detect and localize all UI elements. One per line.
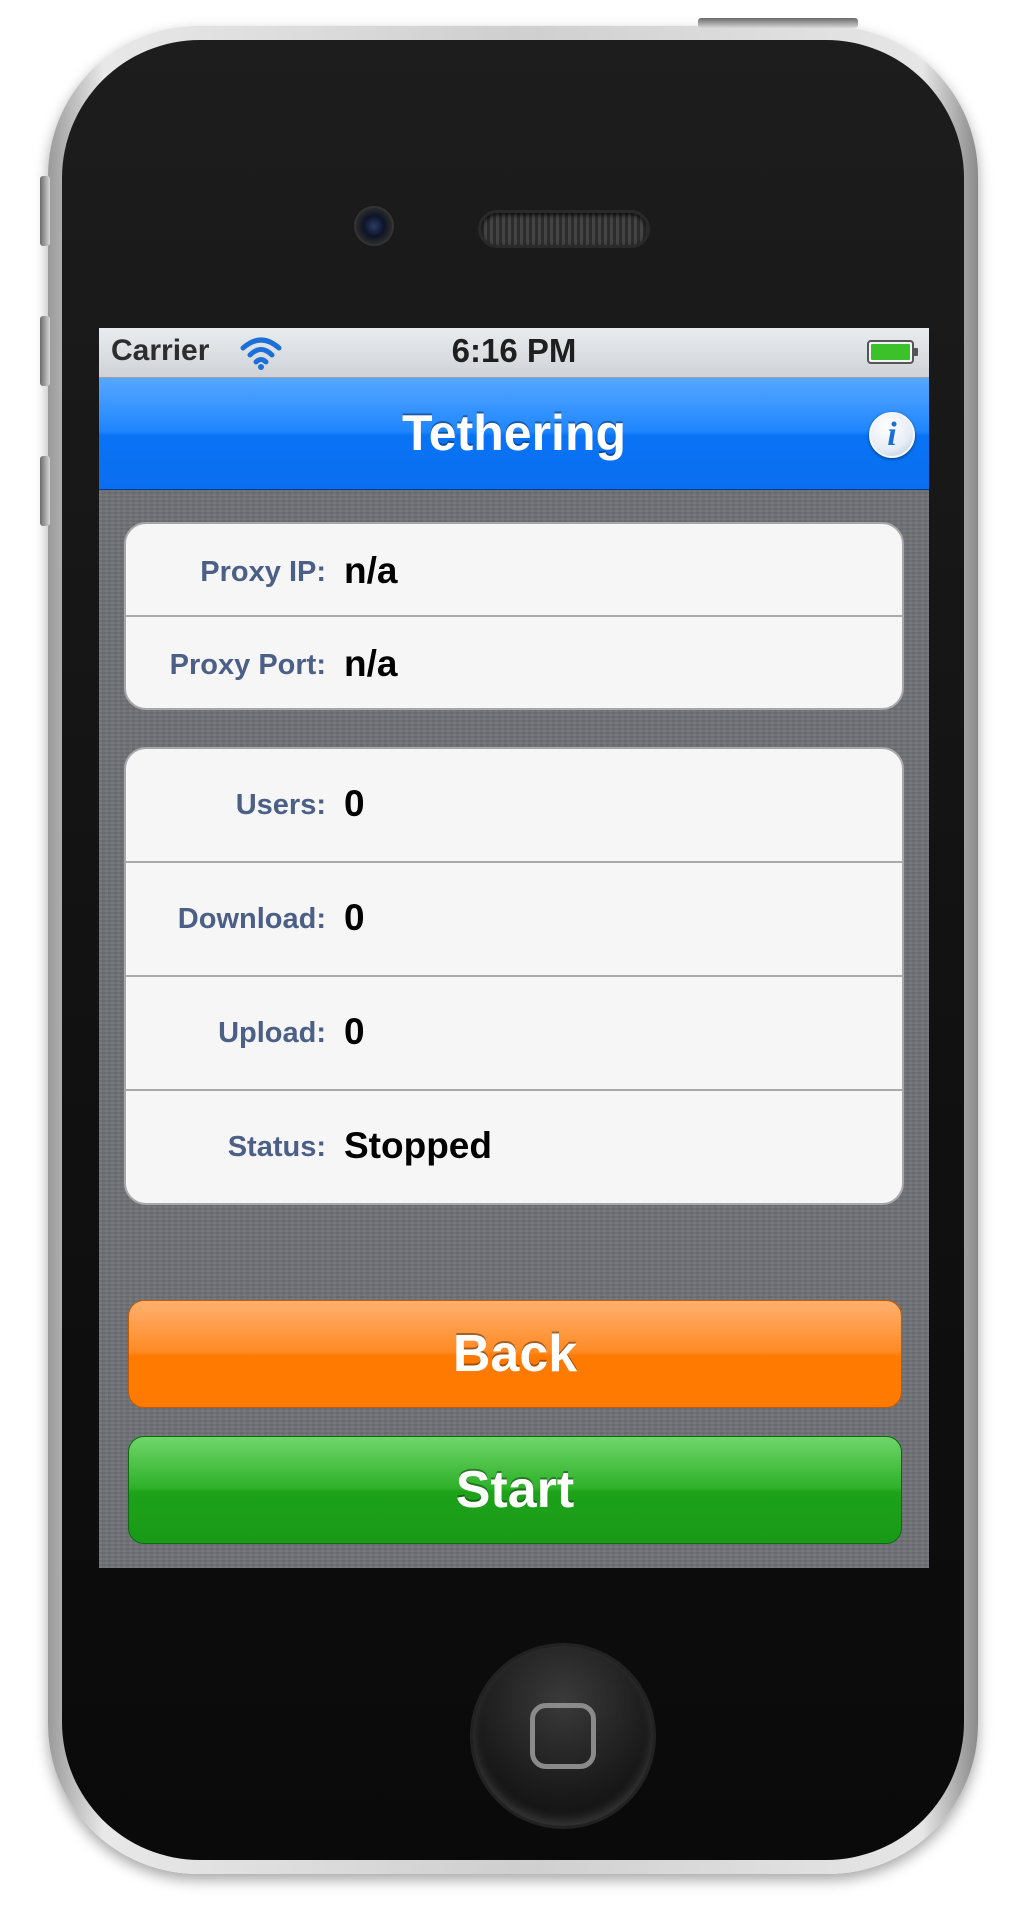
info-icon: i (887, 416, 897, 453)
front-camera-icon (354, 206, 394, 246)
download-label: Download: (177, 903, 326, 935)
power-button (698, 18, 858, 28)
page-title: Tethering (401, 405, 627, 461)
content-area: Proxy IP: n/a Proxy Port: n/a Users: 0 D… (99, 491, 929, 1568)
proxy-info-group: Proxy IP: n/a Proxy Port: n/a (124, 522, 904, 710)
upload-label: Upload: (218, 1017, 326, 1049)
status-value: Stopped (344, 1125, 492, 1166)
volume-up-button (40, 316, 50, 386)
users-value: 0 (344, 783, 365, 824)
table-row-proxy-port: Proxy Port: n/a (126, 617, 902, 708)
stats-group: Users: 0 Download: 0 Upload: 0 Status: S… (124, 747, 904, 1205)
proxy-ip-label: Proxy IP: (200, 556, 326, 588)
battery-icon (867, 340, 918, 364)
table-row-proxy-ip: Proxy IP: n/a (126, 524, 902, 617)
home-button[interactable] (473, 1646, 653, 1826)
proxy-ip-value: n/a (344, 550, 398, 591)
home-square-icon (530, 1703, 596, 1769)
mute-switch (40, 176, 50, 246)
navigation-bar: Tethering i (99, 378, 929, 490)
table-row-upload: Upload: 0 (126, 977, 902, 1091)
upload-value: 0 (344, 1011, 365, 1052)
proxy-port-value: n/a (344, 643, 398, 684)
start-button[interactable]: Start (128, 1436, 902, 1544)
app-screen: Carrier 6:16 PM Tethering i Proxy IP: n/… (99, 328, 929, 1568)
table-row-download: Download: 0 (126, 863, 902, 977)
users-label: Users: (235, 789, 326, 821)
table-row-status: Status: Stopped (126, 1091, 902, 1203)
download-value: 0 (344, 897, 365, 938)
status-time: 6:16 PM (451, 332, 577, 369)
table-row-users: Users: 0 (126, 749, 902, 863)
info-button[interactable]: i (869, 412, 915, 458)
volume-down-button (40, 456, 50, 526)
status-bar: Carrier 6:16 PM (99, 328, 929, 378)
earpiece-speaker (478, 210, 650, 248)
proxy-port-label: Proxy Port: (169, 649, 326, 681)
back-button[interactable]: Back (128, 1300, 902, 1408)
status-label: Status: (227, 1131, 326, 1163)
